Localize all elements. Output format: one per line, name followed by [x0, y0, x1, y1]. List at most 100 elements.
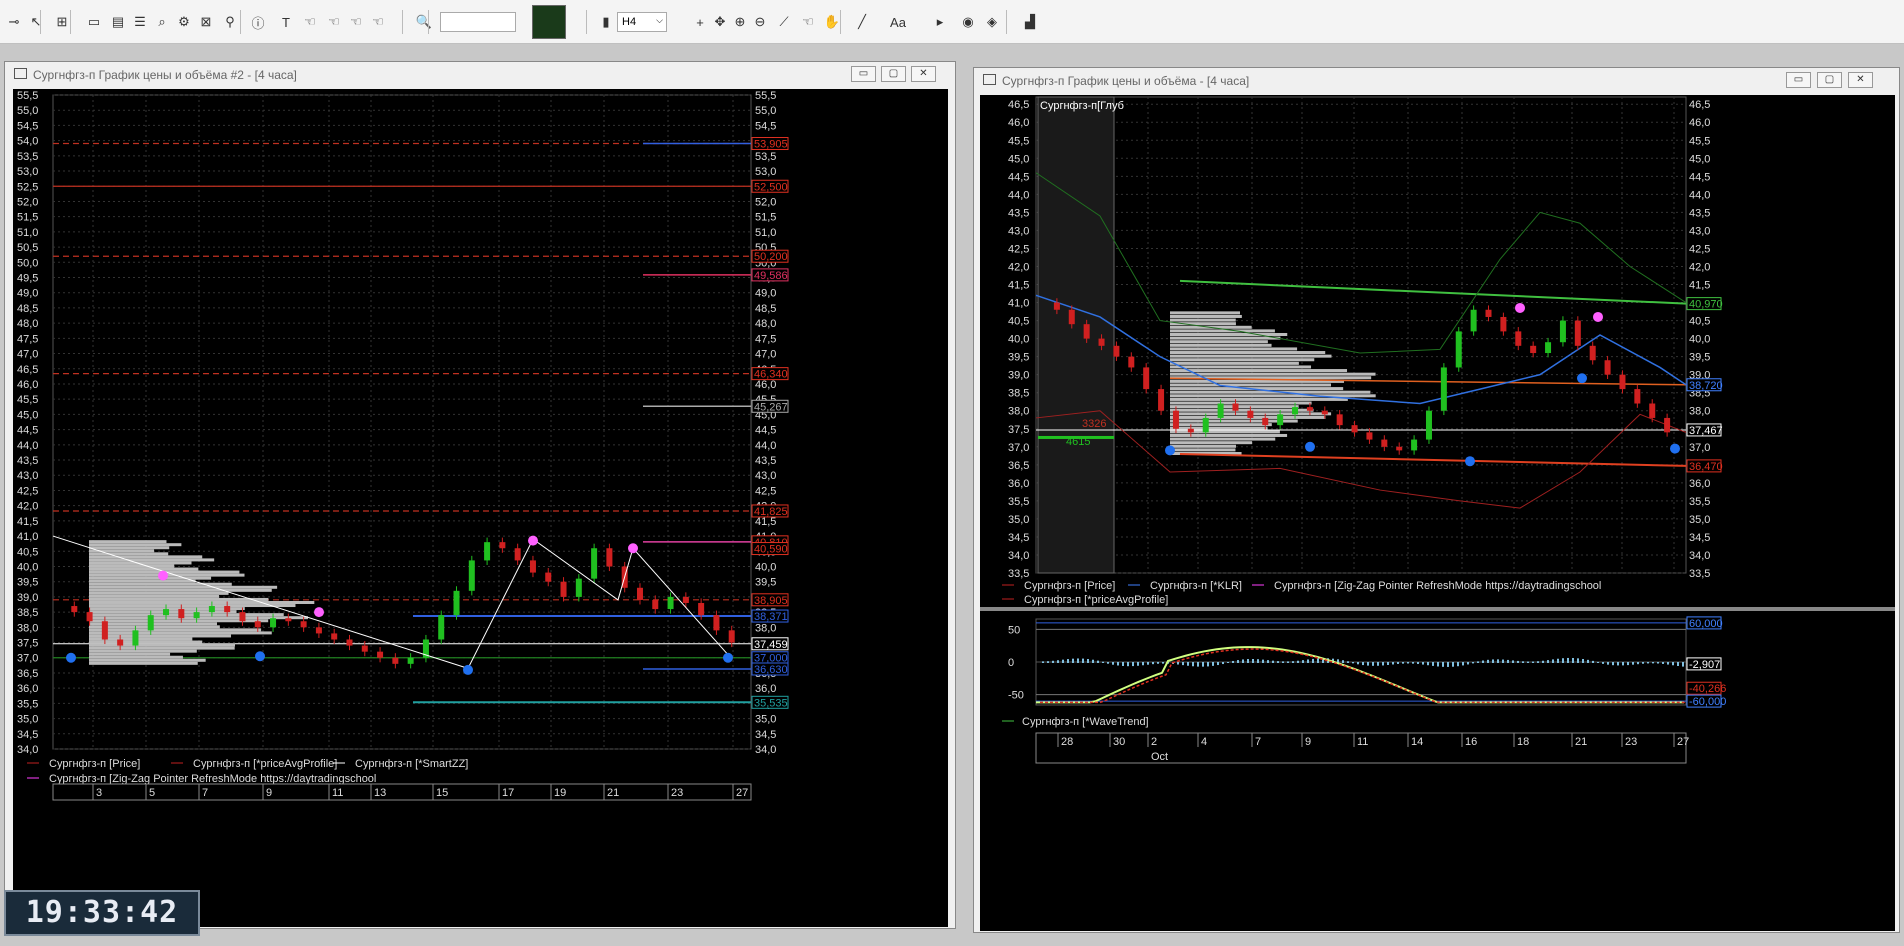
price-level-tag: 41,825: [751, 504, 789, 518]
candle-body: [270, 618, 277, 628]
histogram-bar: [1382, 662, 1384, 666]
window-titlebar[interactable]: Сургнфгз-п График цены и объёма - [4 час…: [974, 68, 1899, 92]
bar-chart-icon[interactable]: ▮: [596, 12, 616, 32]
histogram-bar: [1477, 661, 1479, 663]
price-tick-label: 42,5: [1689, 243, 1710, 255]
grab-icon[interactable]: ✋: [822, 12, 842, 32]
indicator-icon[interactable]: ▟: [1020, 12, 1040, 32]
line-icon[interactable]: ╱: [852, 12, 872, 32]
table-icon[interactable]: ☰: [130, 12, 150, 32]
price-level-tag: 36,630: [751, 662, 789, 676]
hand-icon[interactable]: ☜: [324, 12, 344, 32]
price-tick-label: 45,0: [1689, 153, 1710, 165]
histogram-bar: [1317, 658, 1319, 663]
date-tick-label: 16: [1465, 736, 1477, 748]
pin-icon[interactable]: ⚲: [220, 12, 240, 32]
info-icon[interactable]: ⓘ: [248, 12, 268, 32]
right-chart-window[interactable]: Сургнфгз-п График цены и объёма - [4 час…: [973, 67, 1900, 933]
app-logo[interactable]: [532, 5, 566, 39]
minimize-button[interactable]: ▭: [851, 66, 876, 82]
eye-icon[interactable]: ◉: [958, 12, 978, 32]
hand-icon[interactable]: ☜: [368, 12, 388, 32]
font-icon[interactable]: Aa: [888, 12, 908, 32]
histogram-bar: [1492, 659, 1494, 663]
hand-icon[interactable]: ☜: [798, 12, 818, 32]
histogram-bar: [1622, 662, 1624, 666]
date-tick-label: 27: [736, 787, 748, 799]
minimize-button[interactable]: ▭: [1786, 72, 1811, 88]
candle-body: [392, 657, 399, 664]
candle-body: [438, 615, 445, 640]
pointer-icon[interactable]: ▸: [930, 12, 950, 32]
zoom-in-icon[interactable]: ⊕: [730, 12, 750, 32]
zigzag-point-marker: [723, 652, 733, 663]
volume-profile-bar: [1170, 351, 1326, 355]
candle-body: [1172, 410, 1179, 429]
price-chart-canvas[interactable]: 55,5 55,0 54,5 54,0 53,5 53,0 52,5 52,0 51,5 51,0…: [13, 89, 948, 927]
price-tick-label: 46,0: [17, 379, 38, 391]
candle-body: [1545, 342, 1552, 354]
price-tick-label: 36,0: [755, 683, 776, 695]
histogram-bar: [1127, 662, 1129, 667]
move-icon[interactable]: ✥: [710, 12, 730, 32]
cursor-icon[interactable]: ↖: [26, 12, 46, 32]
window-titlebar[interactable]: Сургнфгз-п График цены и объёма #2 - [4 …: [5, 62, 955, 86]
price-volume-chart-canvas[interactable]: 46,5 46,0 45,5 45,0 44,5 44,0 43,5 43,0 42,5 42,0…: [980, 95, 1895, 931]
price-tick-label: 38,5: [17, 607, 38, 619]
price-tick-label: 39,0: [1008, 370, 1029, 382]
window-icon[interactable]: ▭: [84, 12, 104, 32]
volume-profile-bar: [89, 625, 220, 629]
maximize-button[interactable]: ▢: [881, 66, 906, 82]
volume-profile-bar: [89, 643, 235, 647]
chart-window-icon[interactable]: ▤: [108, 12, 128, 32]
histogram-bar: [1132, 662, 1134, 667]
histogram-bar: [1597, 661, 1599, 663]
candle-body: [453, 590, 460, 616]
candle-body: [1247, 410, 1254, 418]
arrow-icon[interactable]: ⊸: [4, 12, 24, 32]
hand-icon[interactable]: ☜: [346, 12, 366, 32]
zoom-out-icon[interactable]: ⊖: [750, 12, 770, 32]
hand-icon[interactable]: ☜: [300, 12, 320, 32]
text-tool-icon[interactable]: T: [276, 12, 296, 32]
price-axis-left: 55,5 55,0 54,5 54,0 53,5 53,0 52,5 52,0 51,5 51,0…: [17, 90, 38, 756]
maximize-button[interactable]: ▢: [1817, 72, 1842, 88]
legend-item: Сургнфгз-п [Zig-Zag Pointer RefreshMode …: [49, 773, 376, 785]
volume-profile-bar: [89, 631, 272, 635]
ruler-icon[interactable]: ⟋: [774, 12, 794, 32]
price-tick-label: 53,5: [755, 151, 776, 163]
price-tick-label: 40,0: [1008, 334, 1029, 346]
histogram-bar: [1612, 662, 1614, 666]
add-chart-icon[interactable]: ⊞: [52, 12, 72, 32]
date-axis: [52, 783, 752, 801]
histogram-bar: [1342, 660, 1344, 663]
delete-icon[interactable]: ⊠: [196, 12, 216, 32]
candle-body: [698, 602, 705, 616]
price-tick-label: 38,0: [1008, 406, 1029, 418]
price-volume-chart[interactable]: 46,5 46,0 45,5 45,0 44,5 44,0 43,5 43,0 42,5 42,0…: [980, 95, 1895, 931]
candle-body: [239, 612, 246, 622]
volume-profile-bar: [1170, 329, 1275, 333]
left-chart-window[interactable]: Сургнфгз-п График цены и объёма #2 - [4 …: [4, 61, 956, 929]
settings-icon[interactable]: ⚙: [174, 12, 194, 32]
histogram-bar: [1202, 662, 1204, 667]
close-button[interactable]: ✕: [1848, 72, 1873, 88]
volume-profile-bar: [1170, 397, 1348, 401]
layers-icon[interactable]: ◈: [982, 12, 1002, 32]
timeframe-select[interactable]: H4 ⌵: [617, 12, 667, 32]
date-tick-label: 15: [436, 787, 448, 799]
histogram-bar: [1232, 660, 1234, 663]
candle-body: [1083, 324, 1090, 339]
search-doc-icon[interactable]: ⌕: [152, 12, 172, 32]
search-input[interactable]: [440, 12, 516, 32]
price-chart[interactable]: 55,5 55,0 54,5 54,0 53,5 53,0 52,5 52,0 51,5 51,0…: [13, 89, 948, 927]
date-tick-label: 23: [671, 787, 683, 799]
plot-area: [1035, 96, 1687, 574]
magnifier-icon[interactable]: 🔍: [414, 12, 434, 32]
close-button[interactable]: ✕: [911, 66, 936, 82]
price-tick-label: 43,0: [17, 470, 38, 482]
histogram-bar: [1152, 662, 1154, 665]
oscillator-tick-label: -50: [1008, 690, 1024, 702]
price-tick-label: 46,5: [17, 364, 38, 376]
crosshair-icon[interactable]: +: [690, 12, 710, 32]
